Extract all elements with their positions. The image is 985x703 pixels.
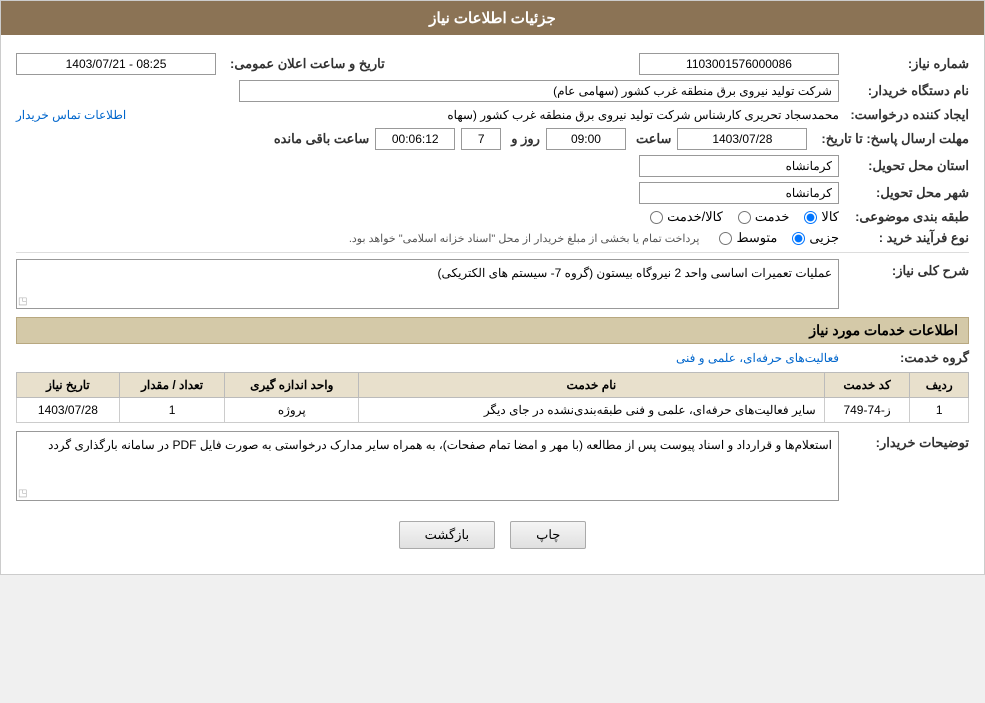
back-button[interactable]: بازگشت	[399, 521, 495, 549]
resize-handle[interactable]: ◳	[18, 296, 27, 307]
sharh-niaz-label: شرح کلی نیاز:	[839, 263, 969, 279]
shahr-input[interactable]	[639, 182, 839, 204]
col-tarikh: تاریخ نیاز	[17, 373, 120, 398]
resize-handle-2[interactable]: ◳	[18, 488, 27, 499]
mohlat-label: مهلت ارسال پاسخ: تا تاریخ:	[813, 131, 969, 147]
mohlat-rooz-label: روز و	[511, 131, 540, 147]
sharh-niaz-box: عملیات تعمیرات اساسی واحد 2 نیروگاه بیست…	[16, 259, 839, 309]
tawzihat-box: استعلام‌ها و قرارداد و اسناد پیوست پس از…	[16, 431, 839, 501]
tarikh-input[interactable]	[16, 53, 216, 75]
page-title: جزئیات اطلاعات نیاز	[429, 10, 556, 27]
tawzihat-value: استعلام‌ها و قرارداد و اسناد پیوست پس از…	[48, 438, 832, 452]
gorooh-khadamat-value[interactable]: فعالیت‌های حرفه‌ای، علمی و فنی	[676, 351, 839, 365]
farayand-jozii-option[interactable]: جزیی	[792, 230, 839, 246]
tabaqe-kala-khedmat-option[interactable]: کالا/خدمت	[650, 209, 723, 225]
mohlat-mande-input[interactable]	[375, 128, 455, 150]
col-tedad: تعداد / مقدار	[119, 373, 224, 398]
tabaqe-khedmat-option[interactable]: خدمت	[738, 209, 790, 225]
mohlat-time-label: ساعت	[636, 131, 671, 147]
eijad-value: محمدسجاد تحریری کارشناس شرکت تولید نیروی…	[134, 108, 839, 122]
cell-vahed: پروژه	[225, 398, 359, 423]
nooe-farayand-label: نوع فرآیند خرید :	[839, 230, 969, 246]
services-table: ردیف کد خدمت نام خدمت واحد اندازه گیری ت…	[16, 372, 969, 423]
sharh-niaz-value: عملیات تعمیرات اساسی واحد 2 نیروگاه بیست…	[437, 266, 832, 280]
khadamat-section-title: اطلاعات خدمات مورد نیاز	[16, 317, 969, 344]
col-name: نام خدمت	[359, 373, 825, 398]
cell-tarikh: 1403/07/28	[17, 398, 120, 423]
print-button[interactable]: چاپ	[510, 521, 586, 549]
tabaqe-kala-option[interactable]: کالا	[804, 209, 839, 225]
gorooh-khadamat-label: گروه خدمت:	[839, 350, 969, 366]
col-vahed: واحد اندازه گیری	[225, 373, 359, 398]
tabaqe-radio-group: کالا خدمت کالا/خدمت	[650, 209, 839, 225]
table-row: 1 ز-74-749 سایر فعالیت‌های حرفه‌ای، علمی…	[17, 398, 969, 423]
bottom-buttons: چاپ بازگشت	[16, 509, 969, 564]
mohlat-mande-label: ساعت باقی مانده	[274, 131, 369, 147]
ostan-label: استان محل تحویل:	[839, 158, 969, 174]
mohlat-rooz-input[interactable]	[461, 128, 501, 150]
eijad-link[interactable]: اطلاعات تماس خریدار	[16, 108, 126, 122]
shahr-label: شهر محل تحویل:	[839, 185, 969, 201]
cell-name: سایر فعالیت‌های حرفه‌ای، علمی و فنی طبقه…	[359, 398, 825, 423]
farayand-motawaset-option[interactable]: متوسط	[719, 230, 777, 246]
eijad-label: ایجاد کننده درخواست:	[839, 107, 969, 123]
nooe-farayand-note: پرداخت تمام یا بخشی از مبلغ خریدار از مح…	[349, 232, 700, 245]
cell-kod: ز-74-749	[824, 398, 910, 423]
tarikh-label: تاریخ و ساعت اعلان عمومی:	[222, 56, 385, 72]
ostan-input[interactable]	[639, 155, 839, 177]
nam-dastgah-label: نام دستگاه خریدار:	[839, 83, 969, 99]
shomara-niaz-input[interactable]	[639, 53, 839, 75]
cell-tedad: 1	[119, 398, 224, 423]
mohlat-date-input[interactable]	[677, 128, 807, 150]
nooe-farayand-radio-group: جزیی متوسط	[719, 230, 839, 246]
nam-dastgah-input[interactable]	[239, 80, 839, 102]
cell-radif: 1	[910, 398, 969, 423]
col-radif: ردیف	[910, 373, 969, 398]
tawzihat-label: توضیحات خریدار:	[839, 435, 969, 451]
tabaqe-label: طبقه بندی موضوعی:	[839, 209, 969, 225]
shomara-niaz-label: شماره نیاز:	[839, 56, 969, 72]
col-kod: کد خدمت	[824, 373, 910, 398]
page-header: جزئیات اطلاعات نیاز	[1, 1, 984, 35]
mohlat-time-input[interactable]	[546, 128, 626, 150]
